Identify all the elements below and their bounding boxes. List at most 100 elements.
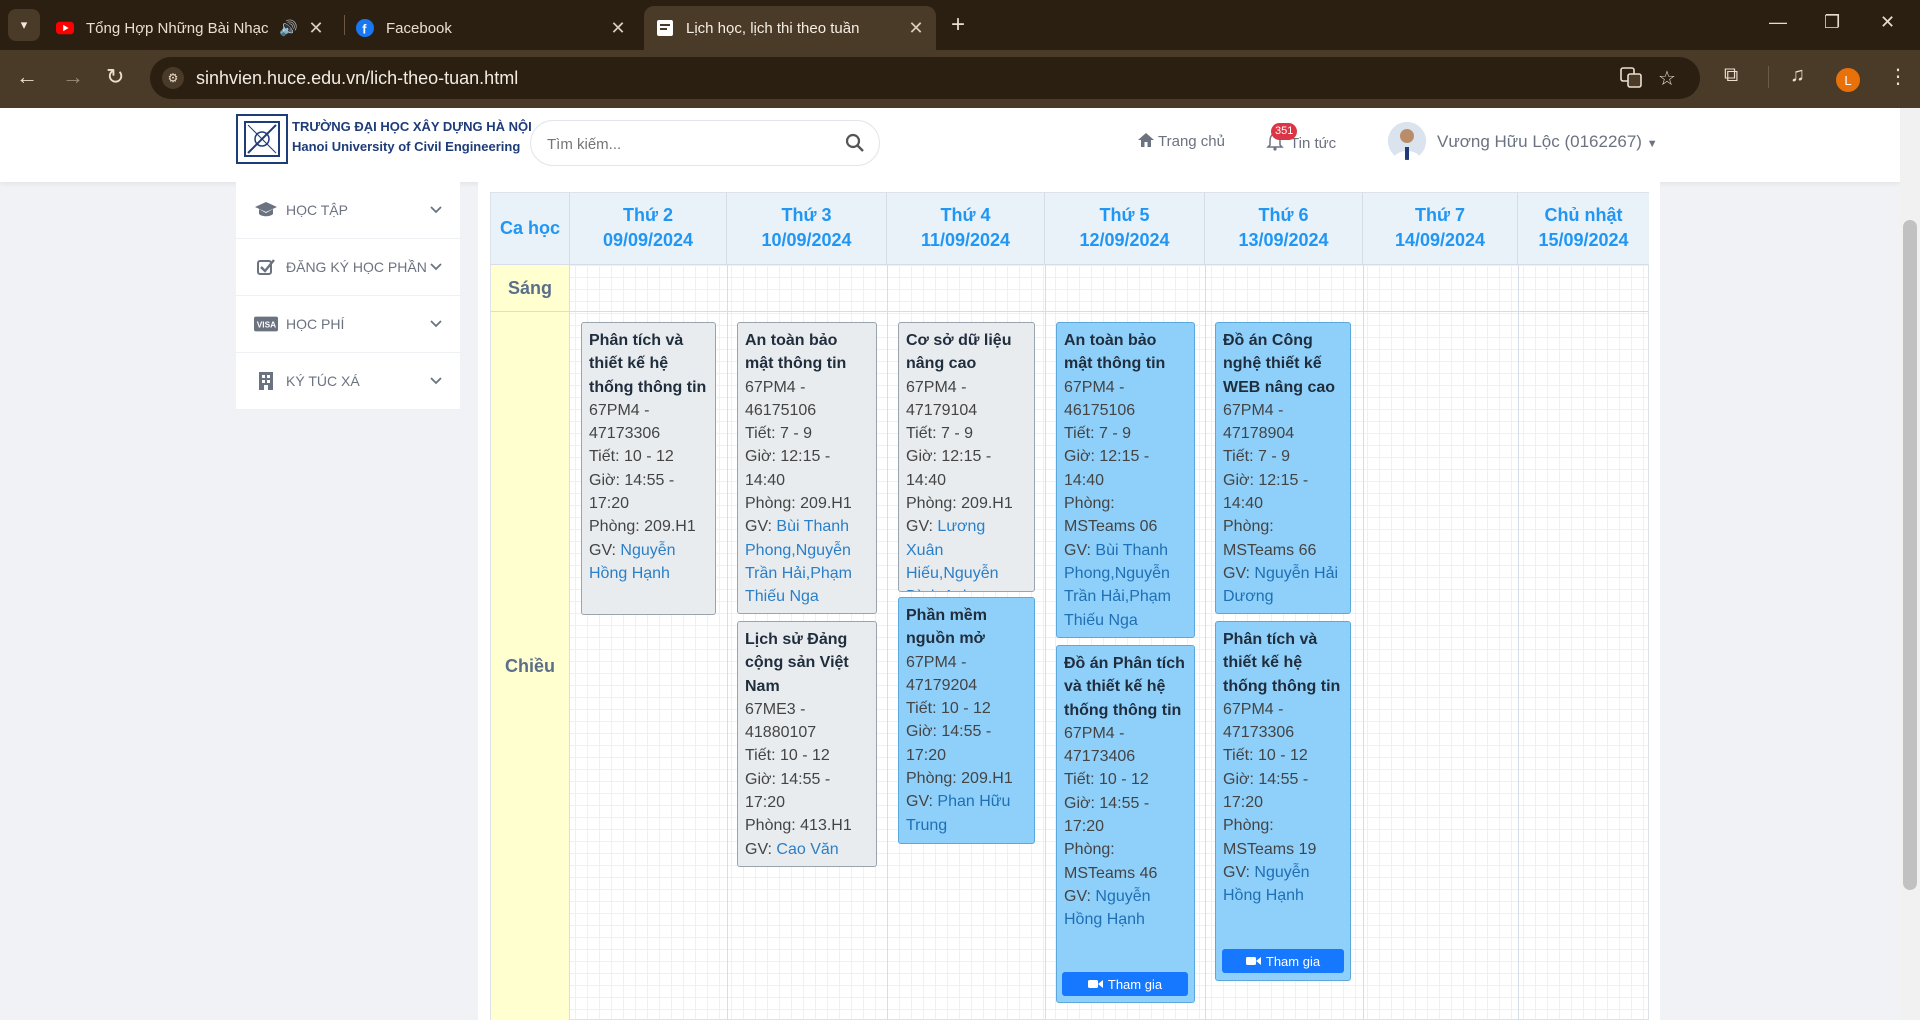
class-title: An toàn bảo mật thông tin — [745, 332, 847, 373]
class-time: Giờ: 12:15 - 14:40 — [1064, 448, 1150, 489]
svg-text:VISA: VISA — [257, 320, 276, 330]
chrome-menu-icon[interactable]: ⋮ — [1888, 64, 1908, 89]
class-room: Phòng: MSTeams 19 — [1223, 817, 1317, 858]
translate-icon[interactable] — [1620, 66, 1642, 94]
class-card-online[interactable]: Phần mềm nguồn mở 67PM4 - 47179204 Tiết:… — [898, 597, 1035, 844]
column-divider — [1205, 265, 1206, 1020]
lecturer-prefix: GV: — [589, 541, 621, 559]
university-name-en: Hanoi University of Civil Engineering — [292, 139, 521, 154]
page-icon — [657, 20, 673, 36]
sidebar-item-label: HỌC TẬP — [286, 202, 348, 218]
tab-search-dropdown-icon[interactable]: ▾ — [8, 9, 40, 41]
class-card-online[interactable]: Đồ án Phân tích và thiết kế hệ thống thô… — [1056, 645, 1195, 1003]
lecturer-prefix: GV: — [745, 840, 777, 858]
join-label: Tham gia — [1265, 953, 1321, 969]
search-input[interactable] — [547, 132, 837, 156]
close-tab-icon[interactable]: ✕ — [608, 18, 628, 39]
header-ca-hoc: Ca học — [491, 193, 570, 265]
tab-active-schedule[interactable]: Lịch học, lịch thi theo tuần ✕ — [644, 6, 936, 50]
class-period: Tiết: 10 - 12 — [1064, 771, 1149, 789]
session-afternoon-label: Chiều — [491, 312, 570, 1020]
class-time: Giờ: 12:15 - 14:40 — [1223, 471, 1309, 513]
extensions-puzzle-icon[interactable]: ⧉ — [1724, 64, 1738, 87]
graduation-cap-icon — [255, 202, 277, 217]
sidebar-item-hoc-tap[interactable]: HỌC TẬP — [236, 182, 460, 239]
class-code: 67PM4 - 47173406 — [1064, 724, 1136, 766]
day-date: 11/09/2024 — [920, 230, 1011, 250]
class-room: Phòng: MSTeams 06 — [1064, 495, 1158, 536]
site-settings-icon[interactable]: ⚙ — [162, 67, 184, 89]
nav-home-link[interactable]: Trang chủ — [1138, 133, 1225, 150]
class-card[interactable]: Lịch sử Đảng cộng sản Việt Nam 67ME3 - 4… — [737, 621, 877, 867]
site-header: TRƯỜNG ĐẠI HỌC XÂY DỰNG HÀ NỘI Hanoi Uni… — [0, 108, 1900, 182]
media-control-icon[interactable]: ♫ — [1790, 64, 1805, 87]
page-scrollbar-thumb[interactable] — [1903, 220, 1917, 890]
new-tab-icon[interactable]: + — [951, 11, 965, 39]
close-tab-icon[interactable]: ✕ — [306, 18, 326, 39]
checkbox-icon — [257, 259, 275, 275]
class-title: Đồ án Phân tích và thiết kế hệ thống thô… — [1064, 655, 1185, 719]
class-card-online[interactable]: Đồ án Công nghệ thiết kế WEB nâng cao 67… — [1215, 322, 1351, 614]
sidebar-item-hoc-phi[interactable]: VISA HỌC PHÍ — [236, 296, 460, 353]
sidebar-menu: HỌC TẬP ĐĂNG KÝ HỌC PHẦN VISA HỌC PHÍ KÝ… — [236, 182, 460, 410]
day-date: 15/09/2024 — [1538, 230, 1629, 250]
class-card-online[interactable]: Phân tích và thiết kế hệ thống thông tin… — [1215, 621, 1351, 981]
tab-youtube[interactable]: Tổng Hợp Những Bài Nhạc 🔊 ✕ — [56, 6, 326, 50]
class-time: Giờ: 12:15 - 14:40 — [745, 448, 831, 489]
class-room: Phòng: MSTeams 46 — [1064, 841, 1158, 882]
class-card[interactable]: Phân tích và thiết kế hệ thống thông tin… — [581, 322, 716, 615]
tab-title: Tổng Hợp Những Bài Nhạc — [86, 19, 269, 37]
audio-speaker-icon[interactable]: 🔊 — [279, 19, 298, 37]
lecturer-prefix: GV: — [1064, 887, 1096, 905]
user-avatar[interactable] — [1388, 122, 1426, 160]
class-room: Phòng: MSTeams 66 — [1223, 518, 1317, 559]
class-code: 67PM4 - 47178904 — [1223, 401, 1295, 443]
address-bar[interactable]: ⚙ sinhvien.huce.edu.vn/lich-theo-tuan.ht… — [150, 57, 1700, 99]
sidebar-item-dang-ky-hoc-phan[interactable]: ĐĂNG KÝ HỌC PHẦN — [236, 239, 460, 296]
class-time: Giờ: 14:55 - 17:20 — [1223, 770, 1309, 812]
day-date: 09/09/2024 — [602, 230, 694, 250]
join-meeting-button[interactable]: Tham gia — [1062, 972, 1188, 996]
class-card[interactable]: An toàn bảo mật thông tin 67PM4 - 461751… — [737, 322, 877, 614]
day-name: Chủ nhật — [1544, 205, 1623, 225]
class-period: Tiết: 10 - 12 — [906, 700, 991, 718]
class-card-online[interactable]: An toàn bảo mật thông tin 67PM4 - 461751… — [1056, 322, 1195, 638]
tab-separator — [344, 15, 345, 35]
column-divider — [1518, 265, 1519, 1020]
url-text[interactable]: sinhvien.huce.edu.vn/lich-theo-tuan.html — [196, 68, 518, 89]
user-menu[interactable]: Vương Hữu Lộc (0162267) ▼ — [1437, 132, 1658, 152]
search-icon[interactable] — [845, 133, 865, 153]
class-period: Tiết: 10 - 12 — [1223, 747, 1308, 765]
day-name: Thứ 7 — [1414, 205, 1466, 225]
lecturer-prefix: GV: — [906, 793, 938, 811]
tab-facebook[interactable]: f Facebook ✕ — [356, 6, 628, 50]
class-code: 67ME3 - 41880107 — [745, 700, 817, 742]
join-meeting-button[interactable]: Tham gia — [1222, 949, 1344, 973]
profile-avatar[interactable]: L — [1836, 68, 1860, 92]
sidebar-item-label: HỌC PHÍ — [286, 316, 345, 332]
university-logo[interactable] — [236, 114, 288, 164]
class-period: Tiết: 10 - 12 — [589, 448, 674, 466]
sidebar-item-label: KÝ TÚC XÁ — [286, 373, 360, 389]
video-camera-icon — [1245, 957, 1261, 965]
site-search-box — [530, 120, 880, 166]
restore-icon[interactable]: ❐ — [1824, 12, 1840, 33]
sidebar-item-ky-tuc-xa[interactable]: KÝ TÚC XÁ — [236, 353, 460, 410]
forward-arrow-icon[interactable]: → — [62, 64, 84, 90]
day-name: Thứ 6 — [1258, 205, 1309, 225]
close-tab-icon[interactable]: ✕ — [906, 18, 926, 39]
class-period: Tiết: 7 - 9 — [745, 425, 812, 443]
class-code: 67PM4 - 47179104 — [906, 378, 978, 419]
lecturer-prefix: GV: — [906, 518, 938, 536]
reload-icon[interactable]: ↻ — [106, 64, 124, 90]
bookmark-star-icon[interactable]: ☆ — [1658, 66, 1676, 91]
class-card[interactable]: Cơ sở dữ liệu nâng cao 67PM4 - 47179104 … — [898, 322, 1035, 592]
lecturer-prefix: GV: — [1064, 541, 1096, 559]
browser-tab-bar: ▾ Tổng Hợp Những Bài Nhạc 🔊 ✕ f Facebook… — [0, 0, 1920, 50]
chevron-down-icon — [430, 320, 442, 328]
back-arrow-icon[interactable]: ← — [16, 64, 38, 90]
class-time: Giờ: 14:55 - 17:20 — [906, 723, 992, 764]
close-window-icon[interactable]: ✕ — [1880, 12, 1895, 33]
tab-title: Lịch học, lịch thi theo tuần — [686, 19, 860, 37]
minimize-icon[interactable]: — — [1769, 12, 1787, 33]
